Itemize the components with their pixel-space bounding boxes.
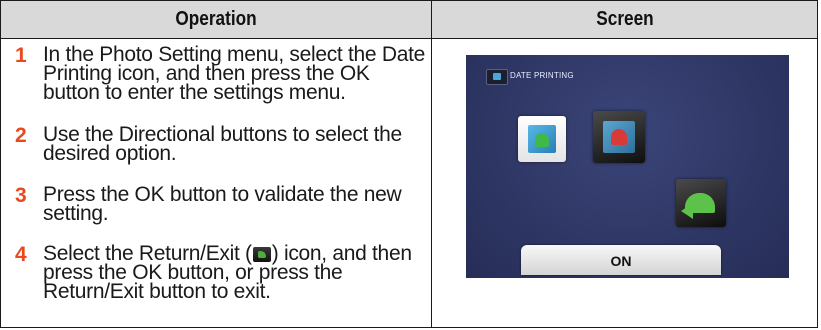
step-2: 2 Use the Directional buttons to select … (15, 123, 425, 165)
current-value-label: ON (521, 245, 721, 275)
step-number: 3 (15, 184, 27, 207)
step-number: 1 (15, 44, 27, 67)
date-print-off-icon (603, 121, 635, 153)
operation-screen-table: Operation Screen 1 In the Photo Setting … (0, 0, 818, 328)
header-operation: Operation (175, 8, 257, 30)
table-header: Operation Screen (1, 1, 817, 39)
operation-steps: 1 In the Photo Setting menu, select the … (1, 39, 431, 329)
header-screen: Screen (596, 8, 654, 30)
step-number: 4 (15, 243, 27, 266)
step-3: 3 Press the OK button to validate the ne… (15, 183, 425, 225)
camera-screen: DATE PRINTING ON (466, 55, 789, 278)
return-icon (681, 193, 715, 219)
screen-title: DATE PRINTING (510, 71, 574, 80)
return-button[interactable] (676, 179, 726, 227)
photo-setting-icon (486, 69, 508, 85)
date-print-on-option[interactable] (518, 116, 566, 162)
step-text: Select the Return/Exit () icon, and then… (43, 243, 425, 302)
step-text: Use the Directional buttons to select th… (43, 123, 402, 165)
date-print-on-icon (528, 125, 556, 153)
step-1: 1 In the Photo Setting menu, select the … (15, 43, 425, 104)
return-exit-icon (252, 247, 271, 262)
date-print-off-option[interactable] (593, 111, 645, 163)
step-text: In the Photo Setting menu, select the Da… (43, 43, 425, 104)
step-text: Press the OK button to validate the new … (43, 183, 402, 225)
step-4: 4 Select the Return/Exit () icon, and th… (15, 243, 425, 302)
column-divider (431, 1, 432, 327)
step-number: 2 (15, 124, 27, 147)
